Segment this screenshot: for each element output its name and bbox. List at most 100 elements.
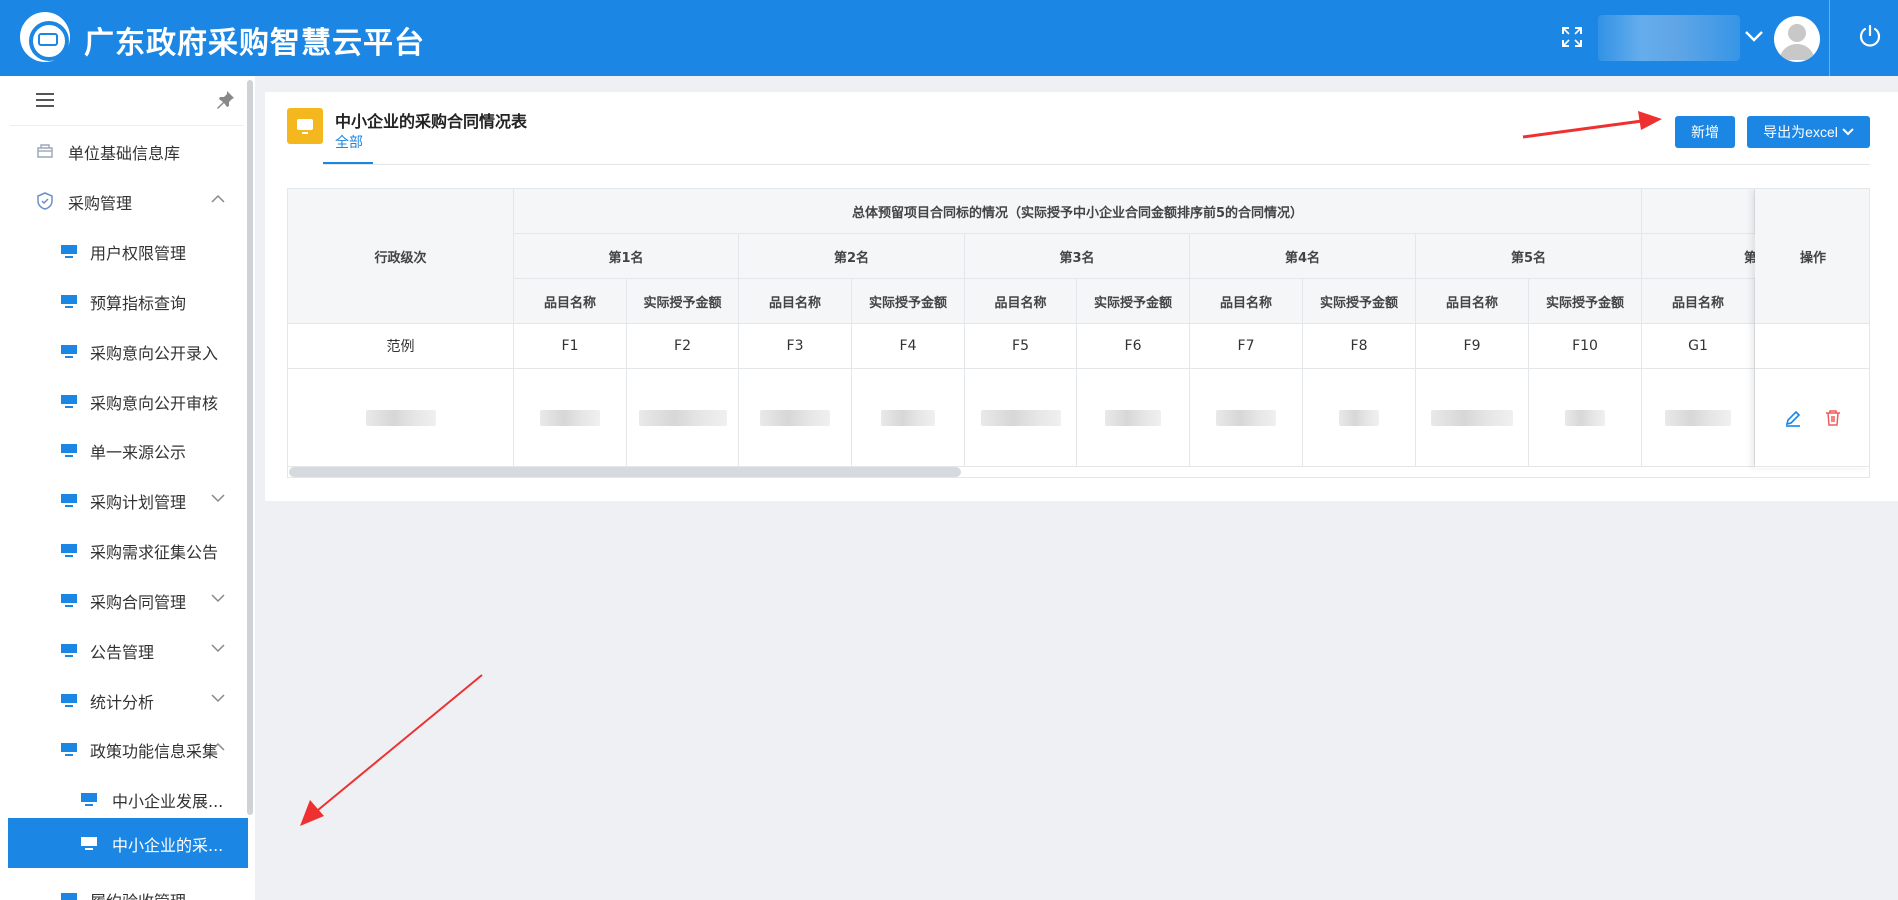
table-row-cell — [1529, 369, 1642, 467]
cell-example: F3 — [739, 324, 852, 369]
monitor-icon — [61, 893, 77, 900]
header-rank-1: 第1名 — [514, 234, 739, 279]
table-row-cell — [1190, 369, 1303, 467]
header-rank-4: 第4名 — [1190, 234, 1416, 279]
header-amount: 实际授予金额 — [1077, 279, 1190, 324]
redacted-value — [1565, 409, 1605, 426]
chevron-down-icon — [211, 494, 225, 503]
sidebar-scrollbar[interactable] — [247, 80, 253, 815]
cell-example-label: 范例 — [288, 324, 514, 369]
chevron-up-icon — [211, 742, 225, 751]
export-excel-button[interactable]: 导出为excel — [1747, 116, 1870, 148]
top-header: 广东政府采购智慧云平台 — [0, 0, 1898, 76]
header-amount: 实际授予金额 — [1303, 279, 1416, 324]
sidebar-item-sme-development[interactable]: 中小企业发展... — [8, 776, 248, 822]
add-button-label: 新增 — [1691, 124, 1719, 140]
monitor-icon — [61, 395, 77, 408]
sidebar-item-label: 预算指标查询 — [90, 294, 187, 313]
header-operations: 操作 — [1755, 189, 1869, 324]
monitor-icon — [61, 345, 77, 358]
logo-icon — [20, 12, 70, 62]
ops-example-cell — [1755, 324, 1869, 369]
sidebar-item-announcements[interactable]: 公告管理 — [8, 627, 248, 673]
avatar[interactable] — [1774, 16, 1820, 62]
header-item-name: 品目名称 — [514, 279, 627, 324]
cell-example: F9 — [1416, 324, 1529, 369]
sidebar-item-intent-entry[interactable]: 采购意向公开录入 — [8, 328, 248, 374]
edit-icon[interactable] — [1784, 409, 1802, 427]
sidebar-item-label: 采购管理 — [68, 194, 133, 213]
sidebar: 单位基础信息库 采购管理 用户权限管理 预算指标查询 采购意向公开录入 采购意向… — [0, 76, 255, 900]
sidebar-item-label: 用户权限管理 — [90, 244, 187, 263]
redacted-value — [980, 409, 1061, 426]
user-name-blurred[interactable] — [1598, 15, 1740, 61]
sidebar-item-policy-collection[interactable]: 政策功能信息采集 — [8, 726, 248, 772]
cell-example: F1 — [514, 324, 627, 369]
delete-icon[interactable] — [1824, 409, 1842, 427]
table-horizontal-scrollbar[interactable] — [289, 467, 961, 477]
sidebar-item-label: 单位基础信息库 — [68, 144, 181, 163]
sidebar-item-plan-management[interactable]: 采购计划管理 — [8, 477, 248, 523]
sidebar-item-label: 公告管理 — [90, 643, 155, 662]
table-row-cell — [288, 369, 514, 467]
sidebar-item-budget-query[interactable]: 预算指标查询 — [8, 278, 248, 324]
page-title: 中小企业的采购合同情况表 — [335, 112, 528, 131]
cell-example: F2 — [627, 324, 739, 369]
sidebar-item-label: 采购合同管理 — [90, 593, 187, 612]
monitor-icon — [81, 837, 97, 850]
redacted-value — [1216, 409, 1276, 426]
monitor-icon — [61, 694, 77, 707]
redacted-value — [365, 409, 436, 426]
sidebar-item-procurement[interactable]: 采购管理 — [8, 178, 248, 224]
sidebar-item-single-source[interactable]: 单一来源公示 — [8, 427, 248, 473]
table-row-cell — [965, 369, 1077, 467]
sidebar-item-label: 采购需求征集公告 — [90, 543, 219, 562]
ops-row-cell — [1755, 369, 1869, 467]
cell-example: F5 — [965, 324, 1077, 369]
menu-icon[interactable] — [36, 93, 54, 107]
cell-example: F7 — [1190, 324, 1303, 369]
monitor-icon — [61, 494, 77, 507]
sidebar-item-label: 采购意向公开审核 — [90, 394, 219, 413]
sidebar-item-label: 履约验收管理 — [90, 888, 186, 900]
sidebar-item-label: 中小企业发展... — [112, 792, 224, 811]
sidebar-toolbar — [10, 76, 244, 126]
header-rank-2: 第2名 — [739, 234, 965, 279]
add-button[interactable]: 新增 — [1675, 116, 1735, 148]
chevron-up-icon — [211, 194, 225, 203]
redacted-value — [540, 409, 600, 426]
monitor-icon — [61, 295, 77, 308]
redacted-value — [1105, 409, 1161, 426]
chevron-down-icon[interactable] — [1744, 28, 1764, 44]
sidebar-item-intent-review[interactable]: 采购意向公开审核 — [8, 378, 248, 424]
pin-icon[interactable] — [215, 90, 235, 110]
app-title: 广东政府采购智慧云平台 — [84, 26, 425, 61]
header-item-name: 品目名称 — [1642, 279, 1755, 324]
sidebar-item-demand-notice[interactable]: 采购需求征集公告 — [8, 527, 248, 573]
table-row-cell — [1642, 369, 1755, 467]
sidebar-item-acceptance[interactable]: 履约验收管理 — [8, 876, 248, 900]
sidebar-item-label: 单一来源公示 — [90, 443, 187, 462]
monitor-icon — [61, 444, 77, 457]
header-admin-level: 行政级次 — [288, 189, 514, 324]
header-rank-3: 第3名 — [965, 234, 1190, 279]
sidebar-item-sme-contracts[interactable]: 中小企业的采... — [8, 818, 248, 868]
chevron-down-icon — [211, 594, 225, 603]
fullscreen-icon[interactable] — [1561, 26, 1583, 48]
header-item-name: 品目名称 — [1416, 279, 1529, 324]
export-button-label: 导出为excel — [1763, 124, 1838, 140]
tab-all[interactable]: 全部 — [335, 132, 363, 152]
redacted-value — [881, 409, 935, 426]
sidebar-item-statistics[interactable]: 统计分析 — [8, 677, 248, 723]
sidebar-item-label: 中小企业的采... — [112, 836, 224, 855]
sidebar-item-user-permissions[interactable]: 用户权限管理 — [8, 228, 248, 274]
power-icon[interactable] — [1858, 24, 1882, 48]
contract-table: 行政级次 总体预留项目合同标的情况（实际授予中小企业合同金额排序前5的合同情况）… — [287, 188, 1870, 478]
redacted-value — [1431, 409, 1513, 426]
tab-active-indicator — [323, 162, 373, 164]
cell-example: F4 — [852, 324, 965, 369]
header-amount: 实际授予金额 — [1529, 279, 1642, 324]
sidebar-item-contract-management[interactable]: 采购合同管理 — [8, 577, 248, 623]
header-group-next — [1642, 189, 1755, 234]
sidebar-item-unit-info[interactable]: 单位基础信息库 — [8, 128, 248, 174]
